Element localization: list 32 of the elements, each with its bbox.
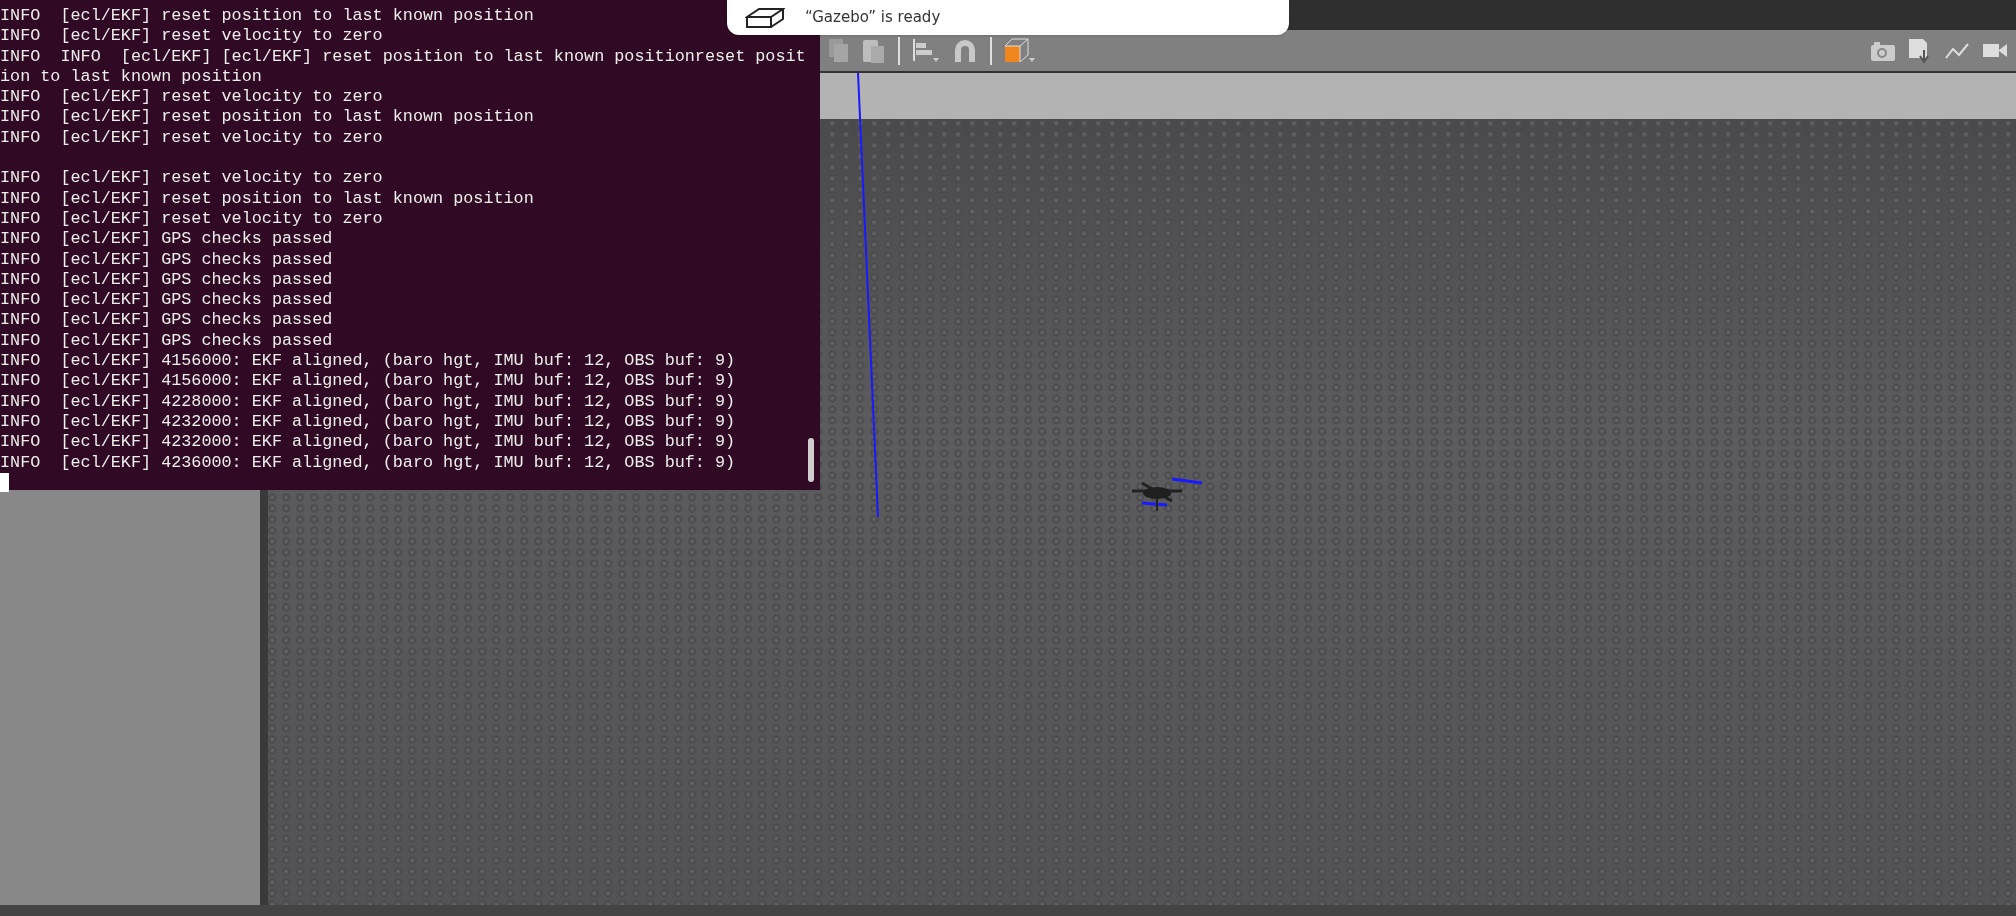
magnet-icon[interactable] — [952, 37, 978, 64]
log-line: INFO [ecl/EKF] reset position to last known position — [0, 188, 534, 209]
log-line: INFO [ecl/EKF] reset velocity to zero — [0, 87, 383, 108]
align-icon[interactable] — [912, 37, 940, 64]
log-line: INFO [ecl/EKF] reset position to last known position — [0, 6, 534, 27]
log-line: INFO [ecl/EKF] 4156000: EKF aligned, (baro hgt, IMU buf: 12, OBS buf: 9) — [0, 371, 736, 392]
log-download-icon[interactable] — [1908, 37, 1932, 64]
log-line: INFO [ecl/EKF] reset position to last known position — [0, 107, 534, 128]
notification-text: “Gazebo” is ready — [805, 7, 941, 29]
log-line: INFO [ecl/EKF] reset velocity to zero — [0, 168, 383, 189]
scrollbar-thumb[interactable] — [808, 438, 814, 482]
log-line: INFO [ecl/EKF] 4232000: EKF aligned, (baro hgt, IMU buf: 12, OBS buf: 9) — [0, 432, 736, 453]
log-line: INFO [ecl/EKF] reset velocity to zero — [0, 208, 383, 230]
camera-icon[interactable] — [1870, 39, 1896, 62]
log-line: INFO [ecl/EKF] GPS checks passed — [0, 310, 333, 331]
log-line: INFO [ecl/EKF] GPS checks passed — [0, 229, 333, 250]
log-line: INFO [ecl/EKF] 4236000: EKF aligned, (baro hgt, IMU buf: 12, OBS buf: 9) — [0, 452, 736, 473]
paste-icon[interactable] — [862, 37, 886, 64]
log-line: INFO [ecl/EKF] reset velocity to zero — [0, 26, 383, 47]
log-line: INFO [ecl/EKF] 4232000: EKF aligned, (baro hgt, IMU buf: 12, OBS buf: 9) — [0, 411, 736, 433]
log-line: INFO [ecl/EKF] reset velocity to zero — [0, 127, 383, 149]
log-line: INFO [ecl/EKF] 4228000: EKF aligned, (baro hgt, IMU buf: 12, OBS buf: 9) — [0, 391, 736, 412]
box-icon[interactable] — [1004, 37, 1036, 64]
log-line: INFO INFO [ecl/EKF] [ecl/EKF] reset position to last known positionreset position to last known position — [0, 46, 806, 88]
log-line: INFO [ecl/EKF] GPS checks passed — [0, 330, 333, 352]
splitter-handle[interactable] — [260, 490, 268, 905]
copy-icon[interactable] — [828, 37, 850, 64]
log-line: INFO [ecl/EKF] GPS checks passed — [0, 290, 333, 311]
box-icon — [745, 6, 785, 29]
log-line: INFO [ecl/EKF] GPS checks passed — [0, 269, 333, 291]
log-line: INFO [ecl/EKF] 4156000: EKF aligned, (baro hgt, IMU buf: 12, OBS buf: 9) — [0, 351, 736, 372]
log-line: INFO [ecl/EKF] GPS checks passed — [0, 249, 333, 270]
